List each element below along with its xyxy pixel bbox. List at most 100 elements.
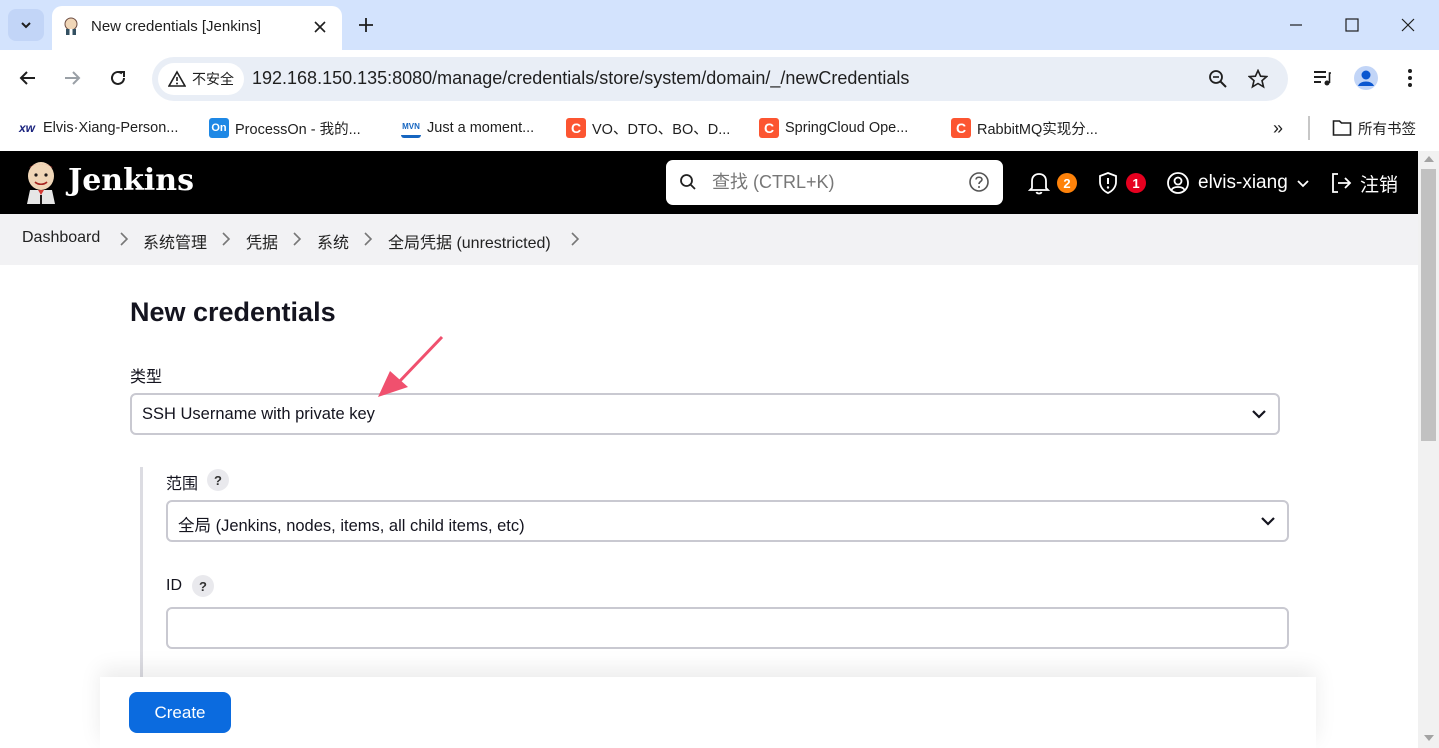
bookmark-star-button[interactable] [1246, 67, 1270, 91]
window-close-button[interactable] [1386, 8, 1430, 42]
arrow-left-icon [19, 71, 35, 85]
notifications-button[interactable]: 2 [1028, 168, 1077, 198]
all-bookmarks-label: 所有书签 [1358, 121, 1416, 138]
profile-avatar-icon [1354, 66, 1378, 90]
breadcrumb-item-dashboard[interactable]: Dashboard [22, 229, 100, 247]
id-input[interactable] [166, 607, 1289, 649]
jenkins-search-box[interactable] [666, 160, 1003, 205]
chevron-down-icon [21, 22, 31, 29]
main-content: New credentials 类型 SSH Username with pri… [0, 265, 1418, 748]
create-button[interactable]: Create [129, 692, 231, 733]
scope-label: 范围 [166, 476, 199, 493]
scope-select[interactable]: 全局 (Jenkins, nodes, items, all child ite… [166, 500, 1289, 542]
jenkins-search-input[interactable] [712, 160, 952, 205]
scope-select-value: 全局 (Jenkins, nodes, items, all child ite… [178, 517, 525, 535]
bookmark-item[interactable]: C SpringCloud Ope... [759, 117, 908, 139]
csdn-icon: C [951, 118, 971, 138]
csdn-icon: C [759, 118, 779, 138]
chevron-right-icon[interactable] [291, 231, 303, 247]
minimize-button[interactable] [1274, 8, 1318, 42]
security-chip[interactable]: 不安全 [158, 63, 244, 95]
scrollbar-thumb[interactable] [1421, 169, 1436, 441]
bookmark-label: Just a moment... [427, 120, 535, 136]
tab-active[interactable]: New credentials [Jenkins] [52, 6, 342, 50]
breadcrumb-item-global-domain[interactable]: 全局凭据 (unrestricted) [388, 229, 551, 253]
chevron-right-icon[interactable] [220, 231, 232, 247]
nested-section-bar [140, 467, 143, 682]
breadcrumb-item-credentials[interactable]: 凭据 [246, 229, 278, 253]
page-scrollbar[interactable] [1418, 151, 1439, 748]
star-icon [1248, 69, 1268, 89]
help-icon[interactable] [968, 171, 990, 193]
id-label: ID [166, 577, 182, 594]
xw-icon: xw [18, 121, 35, 135]
jenkins-logo-icon[interactable] [22, 160, 60, 204]
user-menu[interactable]: elvis-xiang [1166, 168, 1310, 198]
forward-button[interactable] [56, 62, 88, 94]
annotation-arrow-icon [378, 335, 444, 397]
warning-icon [168, 70, 186, 87]
scroll-up-arrow-icon[interactable] [1424, 156, 1434, 162]
reload-button[interactable] [102, 62, 134, 94]
url-text[interactable]: 192.168.150.135:8080/manage/credentials/… [252, 68, 909, 89]
playlist-icon [1314, 71, 1331, 86]
logout-label: 注销 [1360, 174, 1399, 196]
logout-icon [1332, 173, 1352, 193]
csdn-icon: C [566, 118, 586, 138]
bookmark-label: RabbitMQ实现分... [977, 121, 1098, 138]
all-bookmarks-button[interactable]: 所有书签 [1332, 117, 1416, 139]
tab-title: New credentials [Jenkins] [91, 18, 262, 35]
scroll-down-arrow-icon[interactable] [1424, 735, 1434, 741]
breadcrumb: Dashboard 系统管理 凭据 系统 全局凭据 (unrestricted) [0, 214, 1418, 265]
bell-icon [1028, 173, 1050, 195]
back-button[interactable] [12, 62, 44, 94]
maximize-button[interactable] [1330, 8, 1374, 42]
tab-search-button[interactable] [8, 9, 44, 41]
bookmark-item[interactable]: On ProcessOn - 我的... [209, 117, 361, 139]
bookmark-item[interactable]: MVN Just a moment... [401, 117, 534, 139]
bookmark-label: SpringCloud Ope... [785, 120, 909, 136]
bookmarks-bar: xw Elvis·Xiang-Person... On ProcessOn - … [0, 106, 1439, 150]
plus-icon [359, 18, 373, 32]
jenkins-title[interactable]: Jenkins [68, 163, 194, 198]
browser-tabstrip: New credentials [Jenkins] [0, 0, 1439, 50]
bookmarks-divider [1308, 116, 1310, 140]
bookmark-item[interactable]: C RabbitMQ实现分... [951, 117, 1098, 139]
reload-icon [111, 70, 125, 85]
jenkins-favicon-icon [64, 17, 78, 35]
bookmarks-overflow-button[interactable]: » [1273, 117, 1283, 139]
kind-select-value: SSH Username with private key [142, 405, 375, 423]
chevron-double-right-icon: » [1273, 117, 1284, 138]
tab-close-button[interactable] [308, 15, 332, 39]
id-help-button[interactable]: ? [192, 575, 214, 597]
username: elvis-xiang [1198, 172, 1288, 193]
folder-icon [1332, 120, 1352, 136]
zoom-button[interactable] [1206, 67, 1230, 91]
new-tab-button[interactable] [352, 11, 380, 39]
form-actions-bar: Create [100, 677, 1316, 748]
scope-help-button[interactable]: ? [207, 469, 229, 491]
logout-button[interactable]: 注销 [1329, 168, 1398, 198]
security-badge: 1 [1126, 173, 1146, 193]
page-title: New credentials [130, 297, 336, 327]
bookmark-item[interactable]: xw Elvis·Xiang-Person... [17, 117, 178, 139]
media-control-button[interactable] [1308, 64, 1336, 92]
security-label: 不安全 [192, 71, 234, 87]
mvn-icon: MVN [401, 118, 421, 138]
chevron-right-icon[interactable] [118, 231, 130, 247]
bookmark-item[interactable]: C VO、DTO、BO、D... [566, 117, 730, 139]
browser-menu-button[interactable] [1396, 64, 1424, 92]
jenkins-header: Jenkins 2 1 elvis-xiang 注销 [0, 151, 1418, 214]
security-monitor-button[interactable]: 1 [1097, 168, 1146, 198]
address-bar[interactable]: 不安全 192.168.150.135:8080/manage/credenti… [152, 57, 1288, 101]
chevron-right-icon[interactable] [569, 231, 581, 247]
breadcrumb-item-system[interactable]: 系统 [317, 229, 349, 253]
kind-select[interactable]: SSH Username with private key [130, 393, 1280, 435]
chevron-right-icon[interactable] [362, 231, 374, 247]
kind-label: 类型 [130, 369, 163, 386]
breadcrumb-item-manage[interactable]: 系统管理 [143, 229, 207, 253]
arrow-right-icon [65, 71, 81, 85]
close-icon [314, 21, 326, 33]
search-icon [680, 174, 696, 190]
profile-button[interactable] [1352, 64, 1380, 92]
